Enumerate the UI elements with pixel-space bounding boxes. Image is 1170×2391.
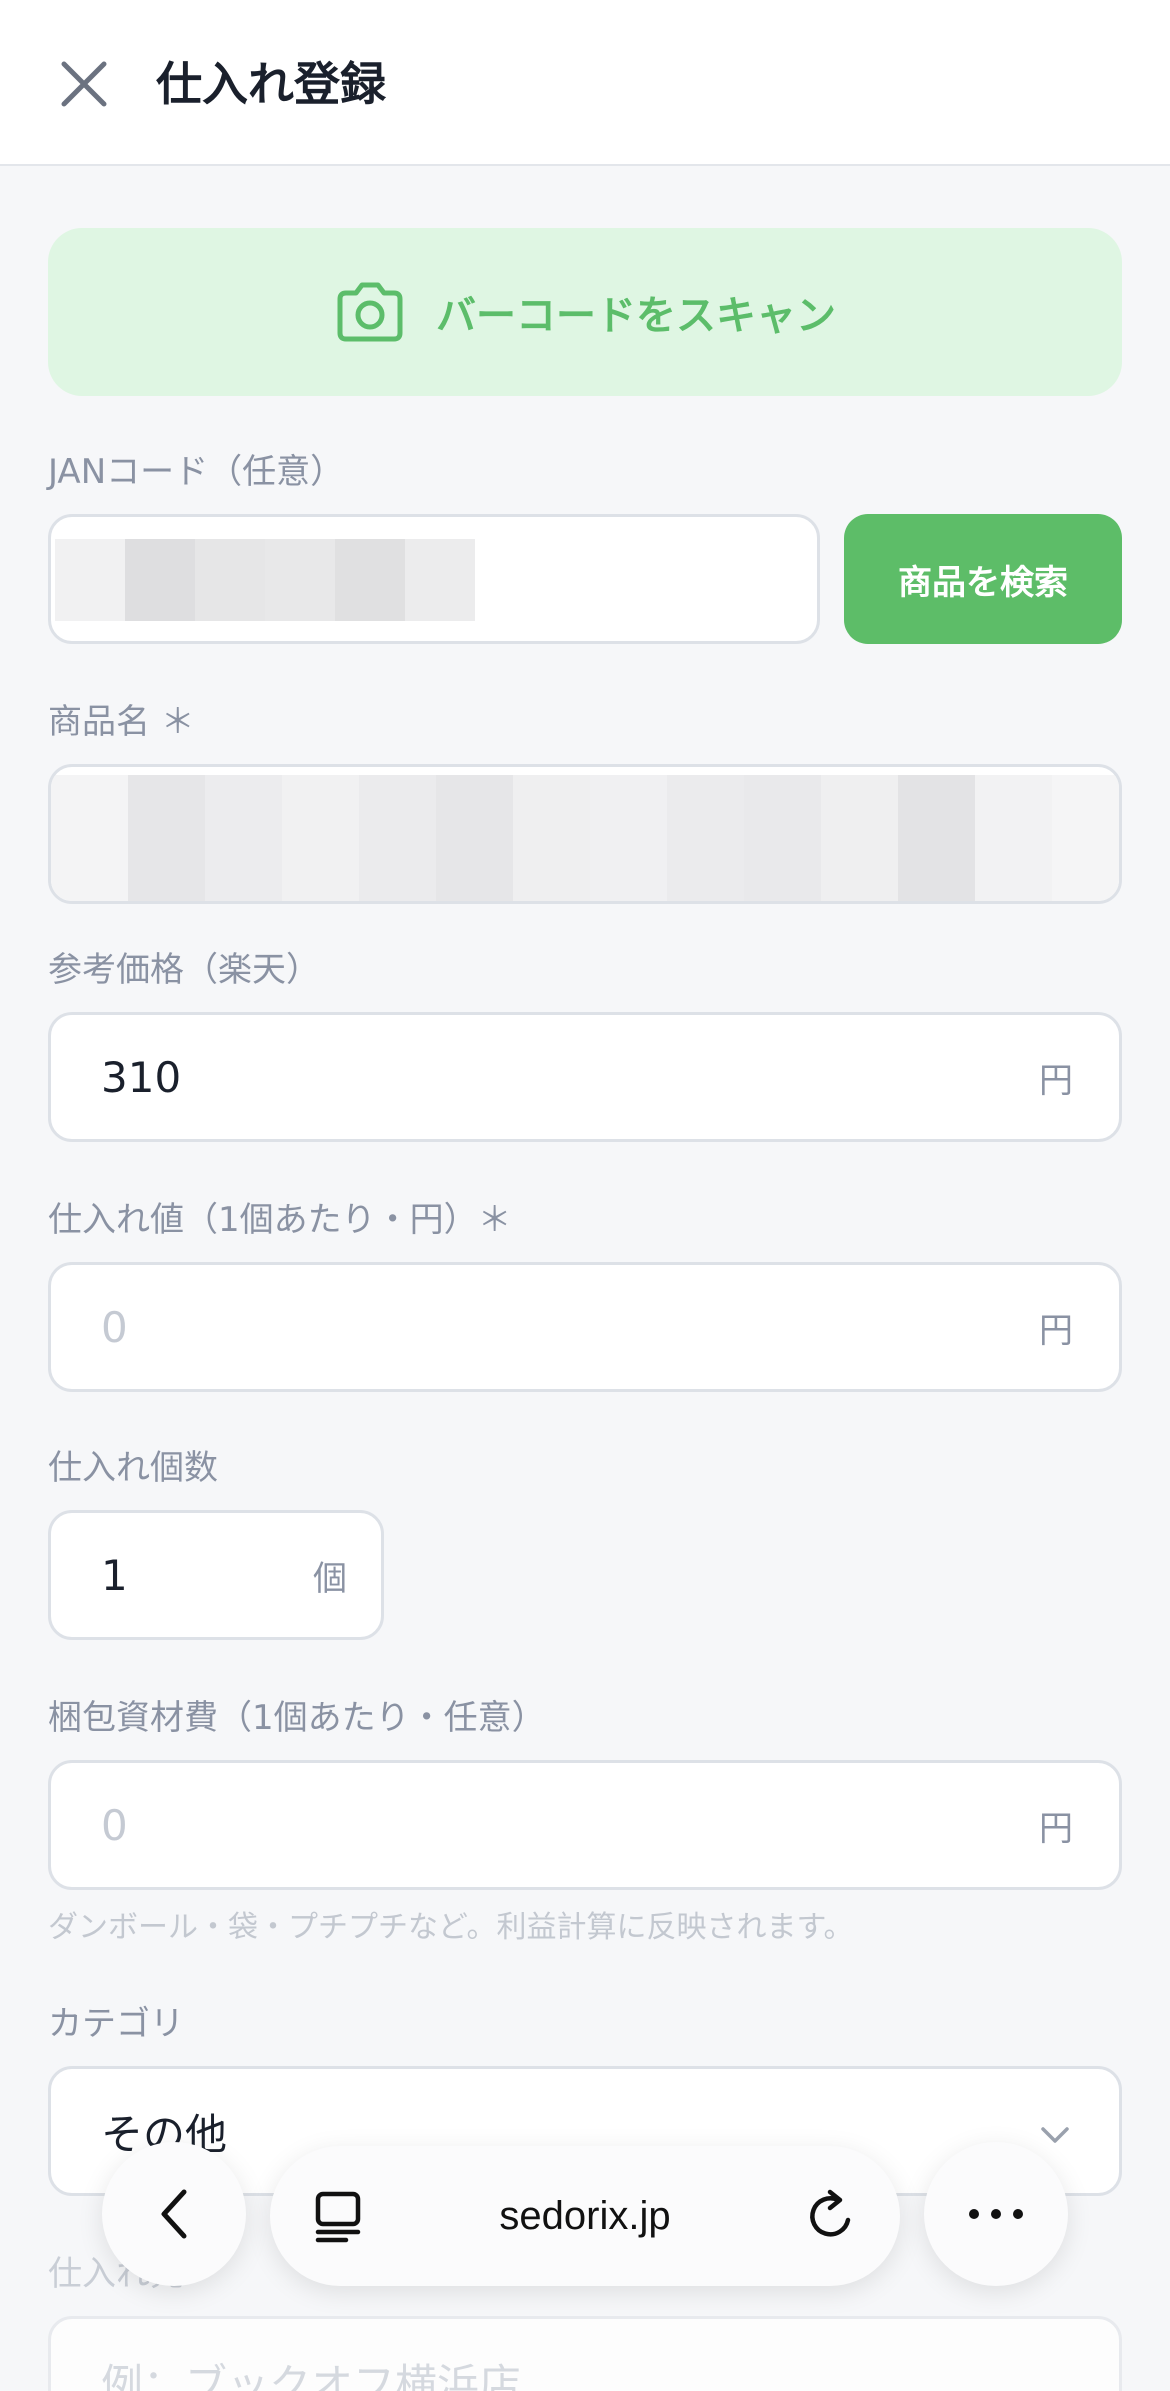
redacted-value <box>55 539 475 621</box>
quantity-label: 仕入れ個数 <box>48 1448 218 1488</box>
more-button[interactable] <box>924 2142 1068 2286</box>
category-label: カテゴリ <box>48 2004 184 2044</box>
redacted-value <box>51 775 1119 901</box>
page-title: 仕入れ登録 <box>156 57 386 111</box>
product-name-input[interactable] <box>48 764 1122 904</box>
close-icon[interactable] <box>52 52 116 116</box>
browser-toolbar: sedorix.jp <box>0 2140 1170 2300</box>
reference-price-label: 参考価格（楽天） <box>48 950 320 990</box>
reference-price-value: 310 <box>101 1052 182 1102</box>
product-name-label: 商品名 ＊ <box>48 702 195 742</box>
purchase-price-placeholder: 0 <box>101 1302 128 1352</box>
yen-unit: 円 <box>1039 1060 1073 1101</box>
quantity-value: 1 <box>101 1550 128 1600</box>
chevron-left-icon <box>161 2189 187 2239</box>
header: 仕入れ登録 <box>0 0 1170 166</box>
yen-unit: 円 <box>1039 1310 1073 1351</box>
yen-unit: 円 <box>1039 1808 1073 1849</box>
quantity-input[interactable]: 1 個 <box>48 1510 384 1640</box>
reload-icon[interactable] <box>804 2186 860 2246</box>
tabs-icon[interactable] <box>310 2188 366 2244</box>
jan-label: JANコード（任意） <box>48 452 345 492</box>
address-bar[interactable]: sedorix.jp <box>270 2146 900 2286</box>
count-unit: 個 <box>313 1558 347 1599</box>
packing-cost-placeholder: 0 <box>101 1800 128 1850</box>
packing-cost-label: 梱包資材費（1個あたり・任意） <box>48 1698 546 1738</box>
back-button[interactable] <box>102 2142 246 2286</box>
supplier-input[interactable]: 例：ブックオフ横浜店 <box>48 2316 1122 2391</box>
supplier-placeholder: 例：ブックオフ横浜店 <box>101 2359 522 2391</box>
url-text: sedorix.jp <box>499 2193 671 2238</box>
packing-cost-hint: ダンボール・袋・プチプチなど。利益計算に反映されます。 <box>48 1910 854 1945</box>
scan-label: バーコードをスキャン <box>436 293 836 339</box>
purchase-price-input[interactable]: 0 円 <box>48 1262 1122 1392</box>
reference-price-input[interactable]: 310 円 <box>48 1012 1122 1142</box>
purchase-price-label: 仕入れ値（1個あたり・円）＊ <box>48 1200 512 1240</box>
camera-icon <box>337 282 403 342</box>
packing-cost-input[interactable]: 0 円 <box>48 1760 1122 1890</box>
scan-barcode-button[interactable]: バーコードをスキャン <box>48 228 1122 396</box>
search-product-button[interactable]: 商品を検索 <box>844 514 1122 644</box>
jan-input[interactable] <box>48 514 820 644</box>
more-dots-icon <box>969 2209 1023 2219</box>
